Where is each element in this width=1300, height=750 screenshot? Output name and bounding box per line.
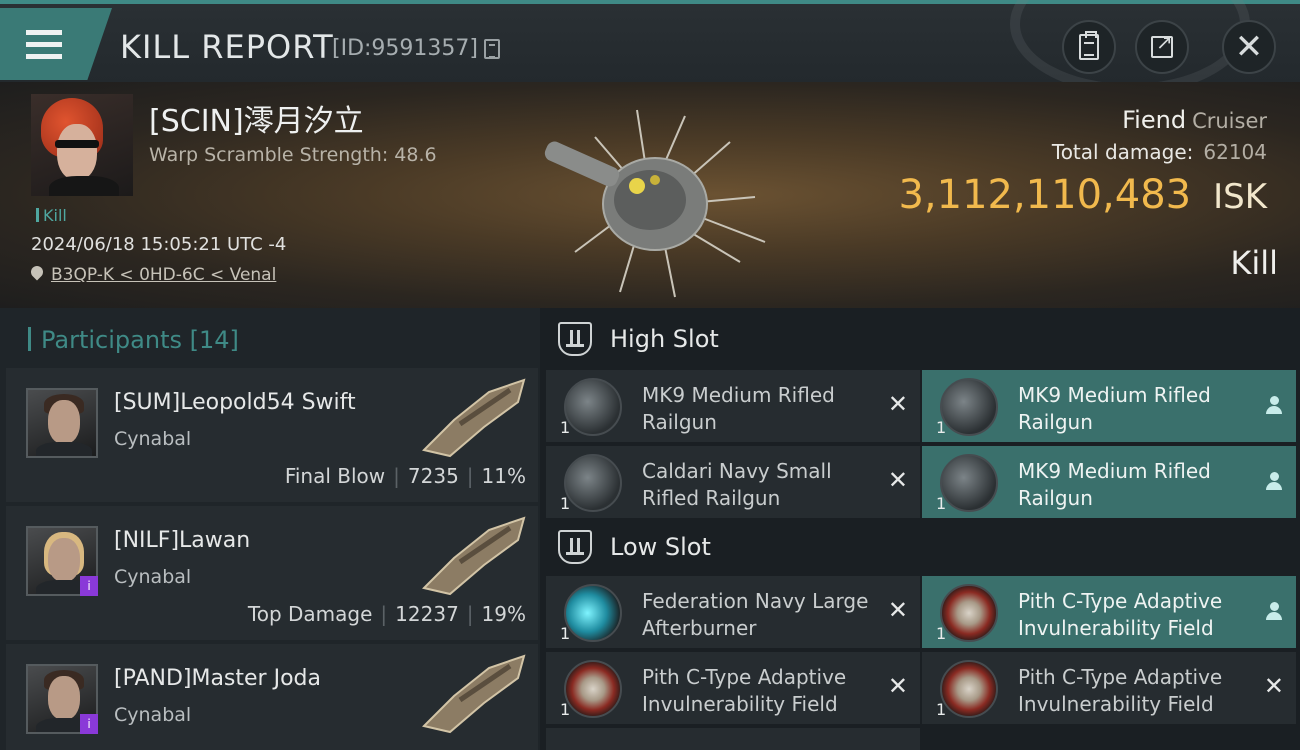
victim-avatar[interactable] [31,94,133,196]
decorative-ring [1010,0,1250,94]
item-name: Caldari Navy Small Rifled Railgun [642,459,832,510]
item-quantity: 1 [936,700,947,719]
participant-ship-image [422,378,526,458]
page-title: KILL REPORT [120,28,334,66]
victim-ship: Fiend Cruiser [1122,106,1267,134]
fitting-item[interactable]: 1 MK9 Medium Rifled Railgun [922,370,1296,442]
location-link[interactable]: B3QP-K < 0HD-6C < Venal [51,265,276,285]
low-slot-icon [558,530,592,564]
person-icon [1266,602,1282,622]
close-button[interactable]: ✕ [1222,20,1276,74]
person-icon [1266,396,1282,416]
participant-stats: Final Blow | 7235 | 11% [284,464,526,488]
railgun-icon [564,378,622,436]
location: B3QP-K < 0HD-6C < Venal [31,265,276,285]
item-name: Pith C-Type Adaptive Invulnerability Fie… [1018,665,1223,716]
item-name: MK9 Medium Rifled Railgun [1018,383,1211,434]
fitting-item[interactable] [546,728,920,750]
participant-card[interactable]: i [NILF]Lawan Cynabal Top Damage | 12237 | 1… [6,506,538,640]
low-slot-header: Low Slot [558,530,711,564]
kill-datetime: 2024/06/18 15:05:21 UTC -4 [31,234,287,255]
total-damage: Total damage: 62104 [1051,140,1267,164]
destroyed-icon: ✕ [1263,672,1284,700]
item-quantity: 1 [560,418,571,437]
destroyed-icon: ✕ [887,390,908,418]
participant-stats: Top Damage | 12237 | 19% [247,602,526,626]
destroyed-icon: ✕ [887,596,908,624]
item-quantity: 1 [560,494,571,513]
participant-name: [PAND]Master Joda [114,666,321,691]
victim-panel: [SCIN]澪月汐立 Warp Scramble Strength: 48.6 … [0,82,1300,308]
person-icon [1266,472,1282,492]
railgun-icon [940,378,998,436]
fitting-item[interactable]: 1 MK9 Medium Rifled Railgun [922,446,1296,518]
participant-ship-image [422,654,526,734]
copy-icon[interactable] [484,39,500,59]
hamburger-icon [26,30,62,60]
participant-card[interactable]: [SUM]Leopold54 Swift Cynabal Final Blow |… [6,368,538,502]
high-slot-header: High Slot [558,322,719,356]
location-pin-icon [31,266,43,282]
fitting-item[interactable]: 1 Federation Navy Large Afterburner ✕ [546,576,920,648]
share-icon [1151,30,1173,58]
item-name: Pith C-Type Adaptive Invulnerability Fie… [642,665,847,716]
top-bar: KILL REPORT [ID:9591357] ✕ [0,0,1300,94]
fitting-item[interactable]: 1 MK9 Medium Rifled Railgun ✕ [546,370,920,442]
destroyed-icon: ✕ [887,466,908,494]
share-button[interactable] [1135,20,1189,74]
participant-ship: Cynabal [114,428,192,450]
item-quantity: 1 [936,624,947,643]
isk-value: 3,112,110,483 ISK [898,172,1267,218]
info-badge-icon: i [80,576,98,596]
fitting-item[interactable]: 1 Caldari Navy Small Rifled Railgun ✕ [546,446,920,518]
high-slot-icon [558,322,592,356]
item-quantity: 1 [936,494,947,513]
shield-module-icon [564,660,622,718]
fitting-item[interactable]: 1 Pith C-Type Adaptive Invulnerability F… [546,652,920,724]
fitting-item[interactable]: 1 Pith C-Type Adaptive Invulnerability F… [922,576,1296,648]
participant-card[interactable]: i [PAND]Master Joda Cynabal [6,644,538,750]
shield-module-icon [940,584,998,642]
close-icon: ✕ [1234,27,1264,67]
participant-name: [NILF]Lawan [114,528,251,553]
railgun-icon [564,454,622,512]
participant-ship: Cynabal [114,566,192,588]
item-name: MK9 Medium Rifled Railgun [642,383,835,434]
info-badge-icon: i [80,714,98,734]
item-quantity: 1 [936,418,947,437]
kill-tag: Kill [36,206,67,225]
participants-panel: Participants [14] [SUM]Leopold54 Swift C… [0,308,540,750]
fitting-item[interactable]: 1 Pith C-Type Adaptive Invulnerability F… [922,652,1296,724]
item-name: Federation Navy Large Afterburner [642,589,869,640]
clipboard-button[interactable] [1062,20,1116,74]
menu-button[interactable] [0,8,112,80]
item-quantity: 1 [560,624,571,643]
result-label: Kill [1230,244,1278,282]
participant-ship: Cynabal [114,704,192,726]
item-name: Pith C-Type Adaptive Invulnerability Fie… [1018,589,1223,640]
item-name: MK9 Medium Rifled Railgun [1018,459,1211,510]
victim-subtitle: Warp Scramble Strength: 48.6 [149,144,437,166]
shield-module-icon [940,660,998,718]
destroyed-icon: ✕ [887,672,908,700]
report-id: [ID:9591357] [332,36,478,61]
victim-ship-image[interactable] [525,102,775,302]
railgun-icon [940,454,998,512]
fitting-panel: High Slot 1 MK9 Medium Rifled Railgun ✕ … [540,308,1300,750]
afterburner-icon [564,584,622,642]
clipboard-icon [1079,31,1099,60]
participant-name: [SUM]Leopold54 Swift [114,390,356,415]
item-quantity: 1 [560,700,571,719]
participant-ship-image [422,516,526,596]
victim-name[interactable]: [SCIN]澪月汐立 [149,96,364,140]
participants-header: Participants [14] [28,326,239,354]
participant-avatar [26,388,98,458]
